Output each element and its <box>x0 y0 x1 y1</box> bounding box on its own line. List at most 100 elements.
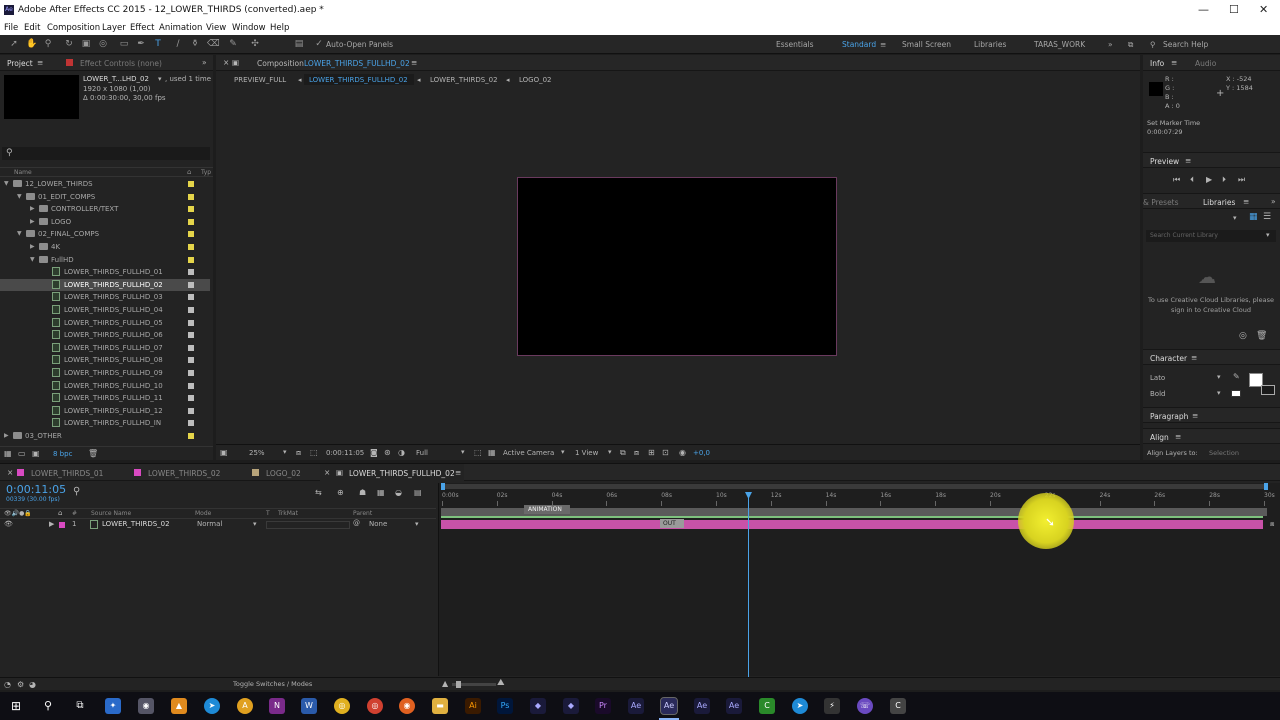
more-workspaces-icon[interactable]: » <box>1108 40 1113 49</box>
timeline-tab-current[interactable]: LOWER_THIRDS_FULLHD_02 <box>349 469 455 478</box>
menu-composition[interactable]: Composition <box>47 23 100 33</box>
clone-stamp-tool-icon[interactable]: ⚱ <box>190 39 200 49</box>
taskbar-chrome-canary-icon[interactable]: ◎ <box>334 698 350 714</box>
current-time-indicator[interactable] <box>745 492 752 677</box>
zoom-out-icon[interactable]: ▲ <box>442 679 448 688</box>
stroke-color-swatch[interactable] <box>1261 385 1275 395</box>
zoom-in-icon[interactable]: ⛰ <box>497 678 505 688</box>
column-type[interactable]: Typ <box>201 169 211 176</box>
project-item[interactable]: LOWER_THIRDS_FULLHD_07 <box>0 342 210 355</box>
first-frame-icon[interactable]: ⏮ <box>1173 175 1180 185</box>
taskbar-firefox-icon[interactable]: ◉ <box>399 698 415 714</box>
workspace-taras-work[interactable]: TARAS_WORK <box>1034 40 1085 49</box>
align-selection-dropdown[interactable]: Selection <box>1209 449 1239 457</box>
timeline-tab-lower-thirds-02[interactable]: LOWER_THIRDS_02 <box>148 469 220 478</box>
timeline-menu-icon[interactable]: ≡ <box>455 468 461 477</box>
eraser-tool-icon[interactable]: ⌫ <box>207 39 220 49</box>
label-color-swatch[interactable] <box>188 294 194 301</box>
work-area-start-handle[interactable] <box>441 483 445 490</box>
type-tool-icon[interactable]: T <box>153 39 163 49</box>
selection-tool-icon[interactable]: ➚ <box>9 39 19 49</box>
timeline-zoom-slider[interactable] <box>452 681 496 688</box>
flow-current[interactable]: LOWER_THIRDS_FULLHD_02 <box>309 76 408 84</box>
project-item[interactable]: LOWER_THIRDS_FULLHD_05 <box>0 317 210 330</box>
taskbar-app-icon[interactable]: C <box>890 698 906 714</box>
project-item[interactable]: LOWER_THIRDS_FULLHD_12 <box>0 405 210 418</box>
reset-exposure-icon[interactable]: ◉ <box>679 448 686 457</box>
label-color-swatch[interactable] <box>188 218 194 225</box>
project-item[interactable]: LOWER_THIRDS_FULLHD_10 <box>0 380 210 393</box>
project-menu-icon[interactable]: ≡ <box>37 58 43 67</box>
composition-tab-name[interactable]: LOWER_THIRDS_FULLHD_02 <box>304 59 410 68</box>
panel-expand-icon[interactable]: » <box>202 58 207 67</box>
project-item[interactable]: LOWER_THIRDS_FULLHD_08 <box>0 354 210 367</box>
work-area-bar[interactable] <box>441 483 1268 490</box>
font-family-arrow-icon[interactable]: ▾ <box>1217 373 1221 381</box>
menu-file[interactable]: File <box>4 23 18 33</box>
workspace-standard[interactable]: Standard <box>842 40 876 49</box>
effect-controls-tab[interactable]: Effect Controls (none) <box>80 59 162 68</box>
project-item[interactable]: ▶ 03_OTHER <box>0 430 210 443</box>
audio-tab[interactable]: Audio <box>1195 59 1216 68</box>
taskbar-app-icon[interactable]: A <box>237 698 253 714</box>
bit-depth-label[interactable]: 8 bpc <box>53 450 72 458</box>
label-color-swatch[interactable] <box>188 382 194 389</box>
taskbar-search-icon[interactable]: ⚲ <box>40 698 56 714</box>
snapping-icon[interactable]: ▤ <box>294 39 304 49</box>
project-item[interactable]: LOWER_THIRDS_FULLHD_04 <box>0 304 210 317</box>
label-color-swatch[interactable] <box>188 420 194 427</box>
next-frame-icon[interactable]: ⏵ <box>1222 175 1226 185</box>
search-help-label[interactable]: Search Help <box>1163 40 1208 49</box>
font-style-arrow-icon[interactable]: ▾ <box>1217 389 1221 397</box>
project-item[interactable]: ▼ FullHD <box>0 254 210 267</box>
taskbar-telegram-icon[interactable]: ➤ <box>792 698 808 714</box>
transparency-grid-icon[interactable]: ▦ <box>488 448 496 457</box>
timeline-timecode[interactable]: 0:00:11:05 <box>6 483 66 496</box>
fit-icon[interactable]: ⧈ <box>296 448 301 458</box>
views-dropdown[interactable]: 1 View <box>575 449 598 457</box>
fast-preview-icon[interactable]: ⧈ <box>634 448 639 458</box>
timeline-tab-logo-02[interactable]: LOGO_02 <box>266 469 301 478</box>
graph-editor-icon[interactable]: ▤ <box>414 488 422 497</box>
pan-behind-tool-icon[interactable]: ◎ <box>98 39 108 49</box>
timeline-tab-lower-thirds-01[interactable]: LOWER_THIRDS_01 <box>31 469 103 478</box>
task-view-icon[interactable]: ⧉ <box>72 698 88 714</box>
project-item[interactable]: LOWER_THIRDS_FULLHD_IN <box>0 417 210 430</box>
taskbar-app-icon[interactable]: ✦ <box>105 698 121 714</box>
taskbar-word-icon[interactable]: W <box>301 698 317 714</box>
cc-sync-icon[interactable]: ◎ <box>1239 331 1247 341</box>
layer-mode[interactable]: Normal <box>197 520 222 528</box>
transfer-controls-icon[interactable]: ⚙ <box>17 680 24 689</box>
paragraph-tab[interactable]: Paragraph <box>1150 412 1188 421</box>
active-tab-close-icon[interactable]: × <box>324 468 330 477</box>
eyedropper-icon[interactable]: ✎ <box>1233 372 1240 381</box>
timeline-search-icon[interactable]: ⚲ <box>73 486 80 497</box>
label-color-swatch[interactable] <box>188 395 194 402</box>
taskbar-chrome-icon[interactable]: ◎ <box>367 698 383 714</box>
taskbar-onenote-icon[interactable]: N <box>269 698 285 714</box>
align-tab[interactable]: Align <box>1150 433 1169 442</box>
collapse-arrow-icon[interactable]: ▼ <box>30 256 35 263</box>
menu-animation[interactable]: Animation <box>159 23 202 33</box>
libraries-menu-icon[interactable]: ≡ <box>1243 197 1249 206</box>
workspace-essentials[interactable]: Essentials <box>776 40 814 49</box>
menu-edit[interactable]: Edit <box>24 23 40 33</box>
magnification-dropdown[interactable]: 25% <box>249 449 265 457</box>
timeline-icon[interactable]: ⊞ <box>648 448 655 457</box>
snapshot-icon[interactable]: ◙ <box>370 448 378 457</box>
pen-tool-icon[interactable]: ✒ <box>136 39 146 49</box>
current-time-display[interactable]: 0:00:11:05 <box>326 449 364 457</box>
visibility-eye-icon[interactable]: 👁 <box>4 520 13 528</box>
draft-3d-icon[interactable]: ⊕ <box>337 488 344 497</box>
label-color-swatch[interactable] <box>188 193 194 200</box>
brush-tool-icon[interactable]: ∕ <box>173 39 183 49</box>
toggle-switches-modes[interactable]: Toggle Switches / Modes <box>233 680 312 688</box>
expand-arrow-icon[interactable]: ▶ <box>30 205 35 212</box>
rotate-tool-icon[interactable]: ↻ <box>64 39 74 49</box>
taskbar-app-icon[interactable]: ◆ <box>563 698 579 714</box>
label-color-swatch[interactable] <box>188 231 194 238</box>
frame-blending-icon[interactable]: ▦ <box>377 488 385 497</box>
layer-label-color[interactable] <box>59 522 65 528</box>
pick-whip-icon[interactable]: @ <box>353 519 360 527</box>
region-of-interest-icon[interactable]: ⬚ <box>474 448 482 457</box>
